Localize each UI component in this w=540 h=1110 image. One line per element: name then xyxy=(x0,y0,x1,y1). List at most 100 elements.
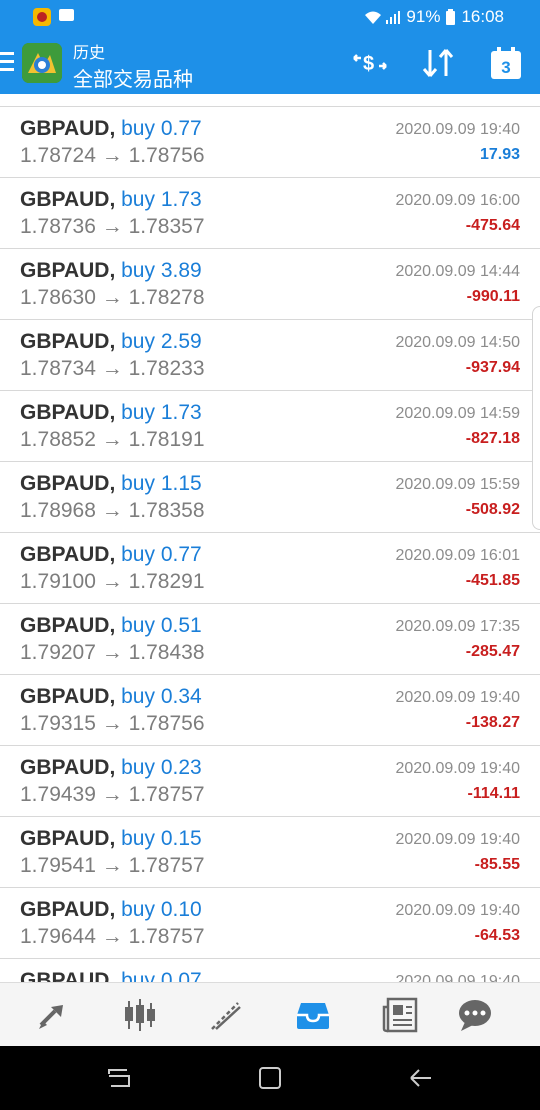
trade-direction: buy 0.51 xyxy=(121,614,202,637)
profit-value: -138.27 xyxy=(465,714,520,731)
arrow-icon: → xyxy=(101,570,123,593)
nav-history[interactable] xyxy=(291,995,335,1035)
profit-value: -508.92 xyxy=(465,501,520,518)
trade-header: GBPAUD, buy 0.51 xyxy=(20,614,202,638)
calendar-button[interactable]: 3 xyxy=(486,46,526,80)
trade-symbol: GBPAUD, xyxy=(20,330,116,353)
nav-quotes[interactable] xyxy=(31,995,75,1035)
open-price: 1.78630 xyxy=(20,286,96,309)
price-line: 1.78630 → 1.78278 xyxy=(20,286,205,310)
menu-button[interactable] xyxy=(0,52,14,74)
price-line: 1.79100 → 1.78291 xyxy=(20,570,205,594)
open-price: 1.79315 xyxy=(20,712,96,735)
trade-symbol: GBPAUD, xyxy=(20,401,116,424)
trade-symbol: GBPAUD, xyxy=(20,259,116,282)
open-price: 1.79207 xyxy=(20,641,96,664)
trade-row[interactable]: GBPAUD, buy 0.15 1.79541 → 1.78757 2020.… xyxy=(0,817,540,888)
system-navigation-bar xyxy=(0,1046,540,1110)
trade-row[interactable]: GBPAUD, buy 1.73 1.78852 → 1.78191 2020.… xyxy=(0,391,540,462)
trade-time: 2020.09.09 15:59 xyxy=(395,476,520,493)
trade-symbol: GBPAUD, xyxy=(20,685,116,708)
trade-direction: buy 3.89 xyxy=(121,259,202,282)
trade-direction: buy 1.73 xyxy=(121,188,202,211)
close-price: 1.78278 xyxy=(128,286,205,309)
profit-value: -475.64 xyxy=(465,217,520,234)
home-button[interactable] xyxy=(254,1062,286,1094)
trade-row[interactable]: GBPAUD, buy 3.89 1.78630 → 1.78278 2020.… xyxy=(0,249,540,320)
trade-direction: buy 0.34 xyxy=(121,685,202,708)
close-price: 1.78358 xyxy=(128,499,205,522)
trade-time: 2020.09.09 14:50 xyxy=(395,334,520,351)
arrow-icon: → xyxy=(101,854,123,877)
price-line: 1.79541 → 1.78757 xyxy=(20,854,205,878)
page-title[interactable]: 全部交易品种 xyxy=(73,63,193,92)
profit-value: -827.18 xyxy=(465,430,520,447)
trade-symbol: GBPAUD, xyxy=(20,756,116,779)
trade-row[interactable]: GBPAUD, buy 0.34 1.79315 → 1.78756 2020.… xyxy=(0,675,540,746)
chart-icon xyxy=(125,999,155,1031)
trade-row[interactable]: GBPAUD, buy 2.59 1.78734 → 1.78233 2020.… xyxy=(0,320,540,391)
trade-time: 2020.09.09 19:40 xyxy=(395,973,520,982)
close-price: 1.78756 xyxy=(128,712,205,735)
trade-row[interactable]: GBPAUD, buy 0.77 1.78724 → 1.78756 2020.… xyxy=(0,107,540,178)
bottom-navigation xyxy=(0,982,540,1047)
trade-time: 2020.09.09 19:40 xyxy=(395,831,520,848)
svg-text:$: $ xyxy=(363,53,374,75)
trade-time: 2020.09.09 16:00 xyxy=(395,192,520,209)
nav-chart[interactable] xyxy=(118,995,162,1035)
arrow-icon: → xyxy=(101,428,123,451)
price-line: 1.78734 → 1.78233 xyxy=(20,357,205,381)
close-price: 1.78233 xyxy=(128,357,205,380)
close-price: 1.78438 xyxy=(128,641,205,664)
exchange-button[interactable]: $ xyxy=(350,46,390,80)
app-bar: 历史 全部交易品种 $ 3 xyxy=(0,34,540,94)
trade-direction: buy 0.77 xyxy=(121,543,202,566)
app-notification-icon xyxy=(33,8,51,26)
recent-apps-button[interactable] xyxy=(103,1062,135,1094)
app-logo xyxy=(22,43,62,83)
trade-time: 2020.09.09 14:44 xyxy=(395,263,520,280)
nav-trade[interactable] xyxy=(204,995,248,1035)
open-price: 1.78724 xyxy=(20,144,96,167)
history-icon xyxy=(297,1003,329,1029)
trade-direction: buy 1.15 xyxy=(121,472,202,495)
price-line: 1.78968 → 1.78358 xyxy=(20,499,205,523)
side-panel-handle[interactable] xyxy=(532,306,540,530)
profit-value: -990.11 xyxy=(466,288,520,305)
arrow-icon: → xyxy=(101,144,123,167)
trade-header: GBPAUD, buy 3.89 xyxy=(20,259,202,283)
sort-button[interactable] xyxy=(418,46,458,80)
trade-time: 2020.09.09 14:59 xyxy=(395,405,520,422)
price-line: 1.79207 → 1.78438 xyxy=(20,641,205,665)
trade-symbol: GBPAUD, xyxy=(20,117,116,140)
trade-row[interactable]: GBPAUD, buy 0.07 2020.09.09 19:40 xyxy=(0,959,540,982)
close-price: 1.78191 xyxy=(128,428,205,451)
trade-symbol: GBPAUD, xyxy=(20,898,116,921)
trade-header: GBPAUD, buy 0.77 xyxy=(20,117,202,141)
back-button[interactable] xyxy=(405,1062,437,1094)
price-line: 1.79439 → 1.78757 xyxy=(20,783,205,807)
trade-row[interactable]: GBPAUD, buy 0.51 1.79207 → 1.78438 2020.… xyxy=(0,604,540,675)
profit-value: -64.53 xyxy=(474,927,520,944)
profit-value: 17.93 xyxy=(479,146,520,163)
trade-history-list[interactable]: GBPAUD, buy 0.77 1.78724 → 1.78756 2020.… xyxy=(0,94,540,982)
wifi-icon xyxy=(364,10,382,24)
trade-row[interactable]: GBPAUD, buy 0.10 1.79644 → 1.78757 2020.… xyxy=(0,888,540,959)
nav-news[interactable] xyxy=(378,995,422,1035)
trade-row[interactable]: GBPAUD, buy 0.77 1.79100 → 1.78291 2020.… xyxy=(0,533,540,604)
calendar-badge: 3 xyxy=(501,58,511,77)
open-price: 1.79439 xyxy=(20,783,96,806)
trade-row[interactable]: GBPAUD, buy 1.73 1.78736 → 1.78357 2020.… xyxy=(0,178,540,249)
back-icon xyxy=(410,1069,431,1087)
trade-row[interactable]: GBPAUD, buy 0.23 1.79439 → 1.78757 2020.… xyxy=(0,746,540,817)
signal-icon xyxy=(386,10,401,24)
trade-icon xyxy=(211,1002,241,1030)
arrow-icon: → xyxy=(101,357,123,380)
trade-direction: buy 0.07 xyxy=(121,969,202,982)
close-price: 1.78756 xyxy=(128,144,205,167)
trade-row[interactable]: GBPAUD, buy 1.15 1.78968 → 1.78358 2020.… xyxy=(0,462,540,533)
chat-icon xyxy=(459,1000,491,1031)
nav-chat[interactable] xyxy=(453,995,497,1035)
app-subtitle: 历史 xyxy=(73,45,106,62)
trade-header: GBPAUD, buy 1.73 xyxy=(20,188,202,212)
